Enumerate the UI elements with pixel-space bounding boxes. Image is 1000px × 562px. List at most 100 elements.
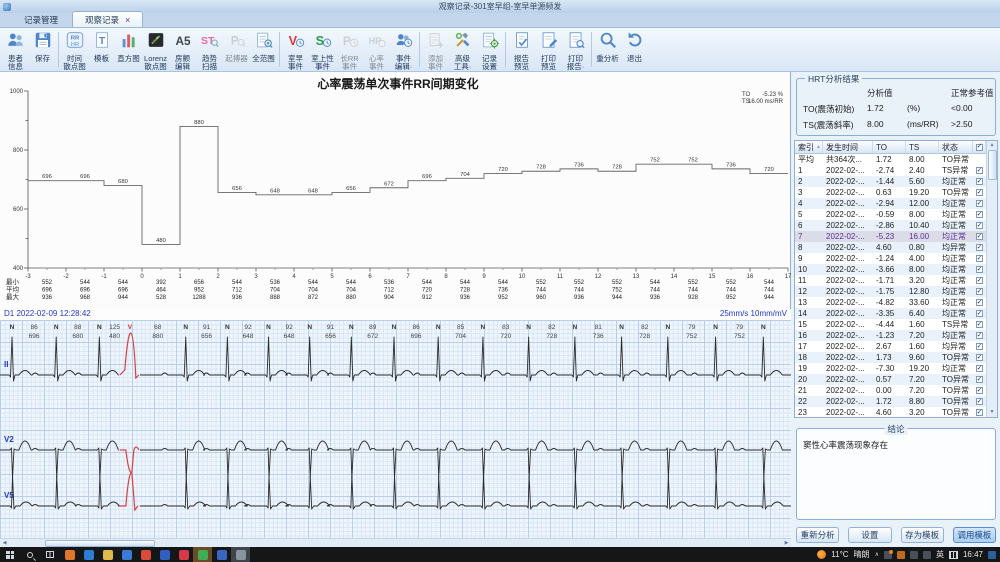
app-orange-taskbar-button[interactable]	[60, 547, 79, 562]
row-checkbox[interactable]: ✓	[976, 409, 983, 416]
report-preview-button[interactable]: 报告 预览	[508, 29, 535, 70]
notification-tray-icon[interactable]	[884, 551, 892, 559]
hrt-table-row[interactable]: 202022-02-...0.577.20TO异常✓	[795, 374, 986, 385]
row-checkbox[interactable]: ✓	[976, 277, 983, 284]
hrt-table-row[interactable]: 62022-02-...-2.8610.40均正常✓	[795, 220, 986, 231]
app-green-active-taskbar-button[interactable]	[193, 547, 212, 562]
header-to[interactable]: TO	[873, 141, 906, 153]
hrt-table-row[interactable]: 12022-02-...-2.742.40TS异常✓	[795, 165, 986, 176]
row-checkbox[interactable]: ✓	[976, 376, 983, 383]
hrt-table-row[interactable]: 122022-02-...-1.7512.80均正常✓	[795, 286, 986, 297]
row-checkbox[interactable]: ✓	[976, 354, 983, 361]
hrt-table-row[interactable]: 42022-02-...-2.9412.00均正常✓	[795, 198, 986, 209]
advanced-tools-button[interactable]: 高级 工具·	[449, 29, 476, 70]
event-edit-button[interactable]: 事件 编辑·	[390, 29, 417, 70]
tab-observation-record[interactable]: 观察记录 ×	[72, 11, 143, 27]
row-checkbox[interactable]: ✓	[976, 288, 983, 295]
touch-keyboard-icon[interactable]	[949, 551, 958, 559]
row-checkbox[interactable]: ✓	[976, 321, 983, 328]
app-edge-taskbar-button[interactable]	[79, 547, 98, 562]
table-vertical-scrollbar[interactable]: ▲ ▼	[986, 141, 997, 417]
hrt-table-row[interactable]: 92022-02-...-1.244.00均正常✓	[795, 253, 986, 264]
header-ts[interactable]: TS	[906, 141, 939, 153]
ecg-horizontal-scrollbar[interactable]: ◀ ▶	[0, 538, 791, 547]
histogram-button[interactable]: 直方图	[115, 29, 142, 70]
hrt-table-row[interactable]: 182022-02-...1.739.60TO异常✓	[795, 352, 986, 363]
save-as-template-button[interactable]: 存为模板	[901, 527, 944, 543]
taskbar-search-button[interactable]	[20, 547, 40, 562]
print-report-button[interactable]: 打印 报告·	[562, 29, 589, 70]
row-checkbox[interactable]: ✓	[976, 387, 983, 394]
hrt-table-row[interactable]: 132022-02-...-4.8233.60均正常✓	[795, 297, 986, 308]
scroll-down-icon[interactable]: ▼	[990, 408, 995, 417]
scroll-left-icon[interactable]: ◀	[0, 540, 9, 546]
afib-edit-button[interactable]: A5房颤 编辑	[169, 29, 196, 70]
weather-description[interactable]: 晴朗	[854, 549, 870, 560]
load-template-button[interactable]: 调用模板	[953, 527, 996, 543]
row-checkbox[interactable]: ✓	[976, 266, 983, 273]
save-button[interactable]: 保存	[29, 29, 56, 70]
patient-info-button[interactable]: 患者 信息	[2, 29, 29, 70]
task-view-button[interactable]	[40, 547, 60, 562]
hrt-table-row[interactable]: 152022-02-...-4.441.60TS异常✓	[795, 319, 986, 330]
select-all-checkbox[interactable]: ✓	[976, 144, 983, 151]
hrt-table-row[interactable]: 222022-02-...1.728.80TO异常✓	[795, 396, 986, 407]
row-checkbox[interactable]: ✓	[976, 211, 983, 218]
time-scatter-button[interactable]: RRHR时间 散点图	[61, 29, 88, 70]
row-checkbox[interactable]: ✓	[976, 343, 983, 350]
hrt-table-row[interactable]: 232022-02-...4.603.20TO异常✓	[795, 407, 986, 417]
notification-center-icon[interactable]	[988, 551, 996, 559]
weather-sun-icon[interactable]	[817, 550, 826, 559]
ime-indicator[interactable]: 英	[936, 549, 944, 560]
trend-scan-button[interactable]: ST趋势 扫描	[196, 29, 223, 70]
app-gray-active-taskbar-button[interactable]	[231, 547, 250, 562]
app-blue2-taskbar-button[interactable]	[212, 547, 231, 562]
settings-button[interactable]: 设置	[848, 527, 891, 543]
header-index[interactable]: 索引▲	[795, 141, 823, 153]
row-checkbox[interactable]: ✓	[976, 332, 983, 339]
hrt-table-row[interactable]: 平均共364次...1.728.00TO异常	[795, 154, 986, 165]
header-checkbox[interactable]: ✓	[973, 141, 986, 153]
security-tray-icon[interactable]	[897, 551, 905, 559]
lorenz-scatter-button[interactable]: Lorenz 散点图	[142, 29, 169, 70]
row-checkbox[interactable]: ✓	[976, 189, 983, 196]
scroll-up-icon[interactable]: ▲	[990, 141, 995, 150]
row-checkbox[interactable]: ✓	[976, 178, 983, 185]
hrt-table-row[interactable]: 212022-02-...0.007.20TO异常✓	[795, 385, 986, 396]
hrt-table-row[interactable]: 102022-02-...-3.668.00均正常✓	[795, 264, 986, 275]
print-preview-button[interactable]: 打印 预览	[535, 29, 562, 70]
hrt-table-row[interactable]: 112022-02-...-1.713.20均正常✓	[795, 275, 986, 286]
record-settings-button[interactable]: 记录 设置	[476, 29, 503, 70]
volume-tray-icon[interactable]	[923, 551, 931, 559]
app-folder-taskbar-button[interactable]	[98, 547, 117, 562]
app-heart-taskbar-button[interactable]	[174, 547, 193, 562]
full-range-button[interactable]: 全范围	[250, 29, 277, 70]
tab-close-icon[interactable]: ×	[125, 16, 130, 25]
sve-event-button[interactable]: S室上性 事件	[309, 29, 336, 70]
hrt-table-row[interactable]: 82022-02-...4.600.80均异常✓	[795, 242, 986, 253]
app-photos-taskbar-button[interactable]	[117, 547, 136, 562]
clock[interactable]: 16:47	[963, 550, 983, 559]
hrt-table-row[interactable]: 192022-02-...-7.3019.20均正常✓	[795, 363, 986, 374]
tab-record-management[interactable]: 记录管理	[12, 12, 70, 27]
header-time[interactable]: 发生时间	[823, 141, 873, 153]
app-blue-taskbar-button[interactable]	[155, 547, 174, 562]
row-checkbox[interactable]: ✓	[976, 167, 983, 174]
hrt-table-row[interactable]: 172022-02-...2.671.60均异常✓	[795, 341, 986, 352]
row-checkbox[interactable]: ✓	[976, 222, 983, 229]
app-chrome-taskbar-button[interactable]	[136, 547, 155, 562]
row-checkbox[interactable]: ✓	[976, 398, 983, 405]
scrollbar-thumb[interactable]	[45, 540, 155, 547]
row-checkbox[interactable]: ✓	[976, 310, 983, 317]
row-checkbox[interactable]: ✓	[976, 200, 983, 207]
hrt-table-row[interactable]: 142022-02-...-3.356.40均正常✓	[795, 308, 986, 319]
pvc-event-button[interactable]: V室早 事件	[282, 29, 309, 70]
exit-button[interactable]: 退出	[621, 29, 648, 70]
reanalyze-button[interactable]: 重新分析	[796, 527, 839, 543]
row-checkbox[interactable]: ✓	[976, 365, 983, 372]
row-checkbox[interactable]: ✓	[976, 299, 983, 306]
weather-temperature[interactable]: 11°C	[831, 550, 848, 559]
tray-expand-icon[interactable]: ∧	[875, 551, 879, 558]
scroll-right-icon[interactable]: ▶	[782, 540, 791, 546]
network-tray-icon[interactable]	[910, 551, 918, 559]
